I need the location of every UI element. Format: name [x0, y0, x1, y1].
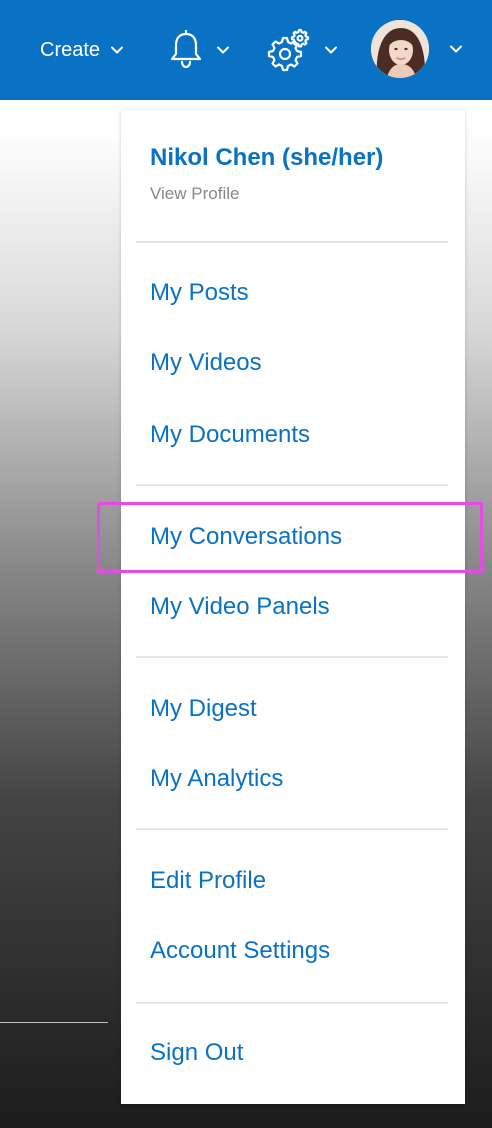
chevron-down-icon [325, 46, 337, 54]
menu-item-my-video-panels[interactable]: My Video Panels [150, 592, 330, 622]
menu-divider [136, 484, 448, 486]
create-label: Create [40, 38, 101, 61]
menu-divider [136, 1002, 448, 1004]
chevron-down-icon [217, 46, 229, 54]
menu-item-my-posts[interactable]: My Posts [150, 278, 249, 308]
menu-divider [136, 656, 448, 658]
menu-divider [136, 241, 448, 243]
menu-item-sign-out[interactable]: Sign Out [150, 1038, 243, 1068]
menu-item-my-analytics[interactable]: My Analytics [150, 764, 283, 794]
menu-divider [136, 828, 448, 830]
menu-item-edit-profile[interactable]: Edit Profile [150, 866, 266, 896]
menu-item-my-conversations[interactable]: My Conversations [150, 522, 342, 552]
bell-icon [170, 30, 202, 69]
menu-item-my-videos[interactable]: My Videos [150, 348, 262, 378]
menu-item-my-documents[interactable]: My Documents [150, 420, 310, 450]
notifications-button[interactable] [168, 22, 230, 78]
background-divider [0, 1022, 108, 1023]
account-menu-button[interactable] [371, 20, 463, 78]
chevron-down-icon [111, 46, 124, 54]
top-navigation-bar: Create [0, 0, 492, 100]
menu-item-account-settings[interactable]: Account Settings [150, 936, 330, 966]
view-profile-link[interactable]: View Profile [150, 184, 239, 204]
profile-dropdown-menu: Nikol Chen (she/her) View Profile My Pos… [121, 110, 465, 1104]
avatar [371, 20, 429, 78]
menu-item-my-digest[interactable]: My Digest [150, 694, 257, 724]
chevron-down-icon [450, 45, 462, 53]
settings-button[interactable] [264, 22, 338, 78]
profile-name: Nikol Chen (she/her) [150, 144, 384, 171]
create-menu-button[interactable]: Create [40, 33, 124, 67]
gear-icon [267, 28, 310, 72]
